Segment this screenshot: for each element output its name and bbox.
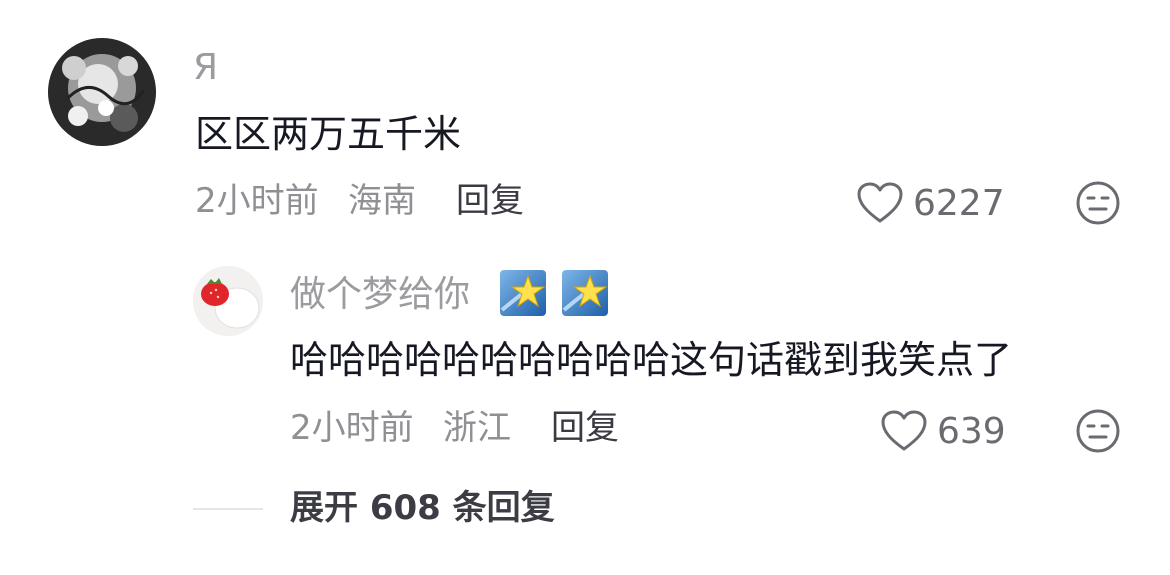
commenter-username[interactable]: Я [193, 50, 218, 86]
expand-replies-button[interactable]: 展开 608 条回复 [290, 491, 555, 525]
dislike-face-icon[interactable] [1075, 408, 1121, 454]
reply-text: 哈哈哈哈哈哈哈哈哈哈这句话戳到我笑点了 [290, 338, 1013, 382]
replier-avatar[interactable] [193, 266, 263, 336]
heart-icon[interactable] [880, 409, 928, 453]
comment-location: 海南 [348, 181, 416, 221]
reply-location: 浙江 [443, 408, 511, 448]
comment-text: 区区两万五千米 [195, 112, 462, 156]
reply-reply-button[interactable]: 回复 [551, 411, 619, 445]
dislike-face-icon[interactable] [1075, 180, 1121, 226]
comment-time: 2小时前 [195, 181, 319, 221]
reply-like-count: 639 [937, 411, 1006, 452]
expand-divider [193, 508, 263, 510]
star-badge-icon [562, 270, 608, 316]
commenter-avatar[interactable] [48, 38, 156, 146]
reply-time: 2小时前 [290, 408, 414, 448]
comment-like-count: 6227 [913, 183, 1005, 224]
heart-icon[interactable] [856, 181, 904, 225]
star-badge-icon [500, 270, 546, 316]
comment-reply-button[interactable]: 回复 [456, 184, 524, 218]
replier-username[interactable]: 做个梦给你 [290, 277, 470, 313]
